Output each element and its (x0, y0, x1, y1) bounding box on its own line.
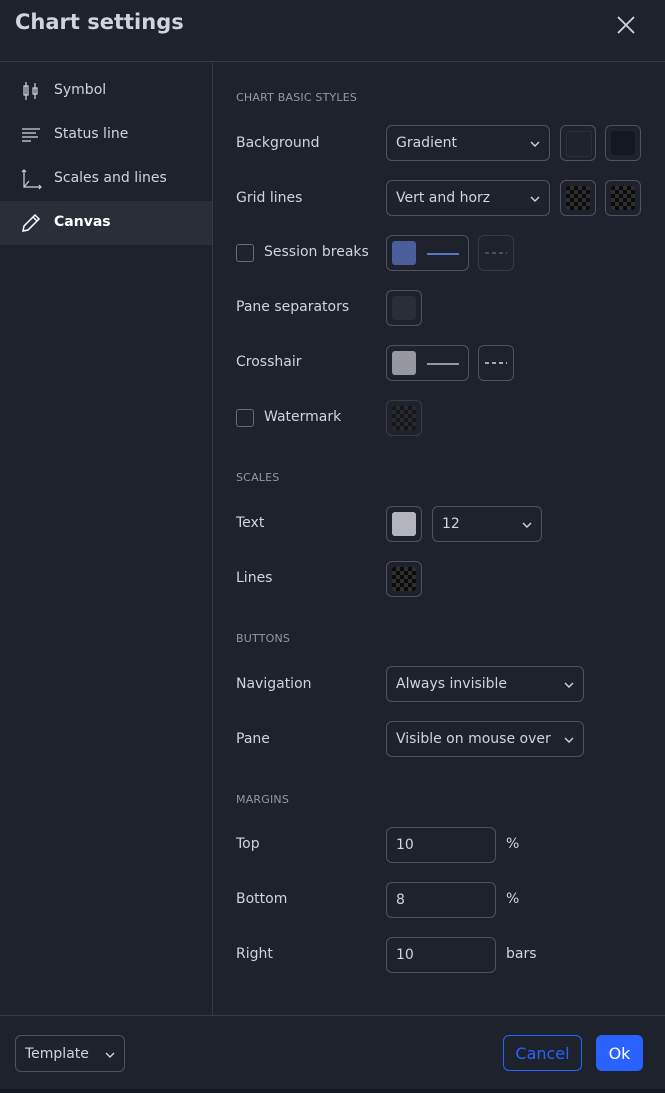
margin-right-label: Right (236, 946, 273, 962)
crosshair-label: Crosshair (236, 354, 302, 370)
sidebar-item-label: Canvas (54, 214, 111, 230)
dashed-line-icon (485, 252, 507, 254)
background-color-swatch-2[interactable] (605, 125, 641, 161)
chevron-down-icon (530, 196, 540, 202)
sidebar-item-scales-and-lines[interactable]: Scales and lines (0, 157, 212, 201)
chart-background-strip (0, 1089, 665, 1093)
chevron-down-icon (564, 682, 574, 688)
sidebar-item-label: Scales and lines (54, 170, 167, 186)
watermark-checkbox[interactable] (236, 409, 254, 427)
sidebar-item-label: Symbol (54, 82, 107, 98)
background-color-swatch-1[interactable] (560, 125, 596, 161)
margin-top-label: Top (236, 836, 260, 852)
margin-right-input[interactable]: 10 (386, 937, 496, 973)
chevron-down-icon (522, 522, 532, 528)
color-fill (392, 296, 416, 320)
scales-lines-label: Lines (236, 570, 273, 586)
color-fill (392, 241, 416, 265)
grid-lines-value: Vert and horz (396, 190, 491, 206)
line-width-preview (427, 363, 459, 365)
settings-sidebar: Symbol Status line Scales and lines Canv… (0, 63, 213, 1015)
dialog-header: Chart settings (0, 0, 665, 62)
ok-button[interactable]: Ok (596, 1035, 643, 1071)
pane-label: Pane (236, 731, 270, 747)
sidebar-item-status-line[interactable]: Status line (0, 113, 212, 157)
crosshair-style-button[interactable] (386, 345, 469, 381)
dialog-title: Chart settings (15, 10, 184, 34)
grid-lines-select[interactable]: Vert and horz (386, 180, 550, 216)
pane-visibility-select[interactable]: Visible on mouse over (386, 721, 584, 757)
chevron-down-icon (105, 1052, 115, 1058)
navigation-visibility-select[interactable]: Always invisible (386, 666, 584, 702)
navigation-visibility-value: Always invisible (396, 676, 508, 692)
session-breaks-checkbox[interactable] (236, 244, 254, 262)
pane-visibility-value: Visible on mouse over (396, 731, 551, 747)
chevron-down-icon (564, 737, 574, 743)
margin-bottom-unit: % (506, 891, 520, 907)
horz-grid-color-swatch[interactable] (605, 180, 641, 216)
sidebar-item-label: Status line (54, 126, 129, 142)
watermark-label: Watermark (264, 409, 342, 425)
template-dropdown[interactable]: Template (15, 1035, 125, 1072)
candlestick-icon (23, 82, 38, 100)
vert-grid-color-swatch[interactable] (560, 180, 596, 216)
scales-lines-color-swatch[interactable] (386, 561, 422, 597)
close-icon (617, 16, 635, 34)
template-label: Template (25, 1046, 89, 1062)
settings-content: CHART BASIC STYLES Background Gradient G… (214, 63, 665, 1015)
scales-text-color-swatch[interactable] (386, 506, 422, 542)
chevron-down-icon (530, 141, 540, 147)
chart-settings-dialog: Chart settings Symbol Status line Scales… (0, 0, 665, 1089)
line-width-preview (427, 253, 459, 255)
background-type-value: Gradient (396, 135, 457, 151)
scales-icon (21, 169, 42, 190)
watermark-color-swatch[interactable] (386, 400, 422, 436)
session-breaks-label: Session breaks (264, 244, 369, 260)
background-label: Background (236, 135, 320, 151)
margin-bottom-input[interactable]: 8 (386, 882, 496, 918)
pane-separators-color-swatch[interactable] (386, 290, 422, 326)
sidebar-item-canvas[interactable]: Canvas (0, 201, 212, 245)
crosshair-line-style-button[interactable] (478, 345, 514, 381)
status-line-icon (22, 128, 40, 142)
margin-bottom-label: Bottom (236, 891, 288, 907)
font-size-value: 12 (442, 516, 460, 532)
margin-right-unit: bars (506, 946, 537, 962)
grid-lines-label: Grid lines (236, 190, 303, 206)
scales-font-size-select[interactable]: 12 (432, 506, 542, 542)
cancel-button[interactable]: Cancel (503, 1035, 582, 1071)
section-title-margins: MARGINS (236, 793, 290, 806)
color-fill (392, 512, 416, 536)
section-title-chart-basic-styles: CHART BASIC STYLES (236, 91, 358, 104)
section-title-scales: SCALES (236, 471, 280, 484)
sidebar-item-symbol[interactable]: Symbol (0, 69, 212, 113)
color-fill (611, 186, 635, 210)
close-button[interactable] (613, 12, 639, 38)
navigation-label: Navigation (236, 676, 312, 692)
dialog-footer: Template Cancel Ok (0, 1015, 665, 1089)
color-fill (392, 351, 416, 375)
color-fill (611, 131, 635, 155)
color-fill (566, 131, 592, 157)
pencil-icon (22, 213, 41, 232)
dashed-line-icon (485, 362, 507, 364)
section-title-buttons: BUTTONS (236, 632, 291, 645)
color-fill (392, 567, 416, 591)
color-fill (392, 406, 416, 430)
pane-separators-label: Pane separators (236, 299, 350, 315)
margin-top-input[interactable]: 10 (386, 827, 496, 863)
session-breaks-line-style-button[interactable] (478, 235, 514, 271)
margin-top-unit: % (506, 836, 520, 852)
background-type-select[interactable]: Gradient (386, 125, 550, 161)
scales-text-label: Text (236, 515, 265, 531)
color-fill (566, 186, 590, 210)
session-breaks-style-button[interactable] (386, 235, 469, 271)
